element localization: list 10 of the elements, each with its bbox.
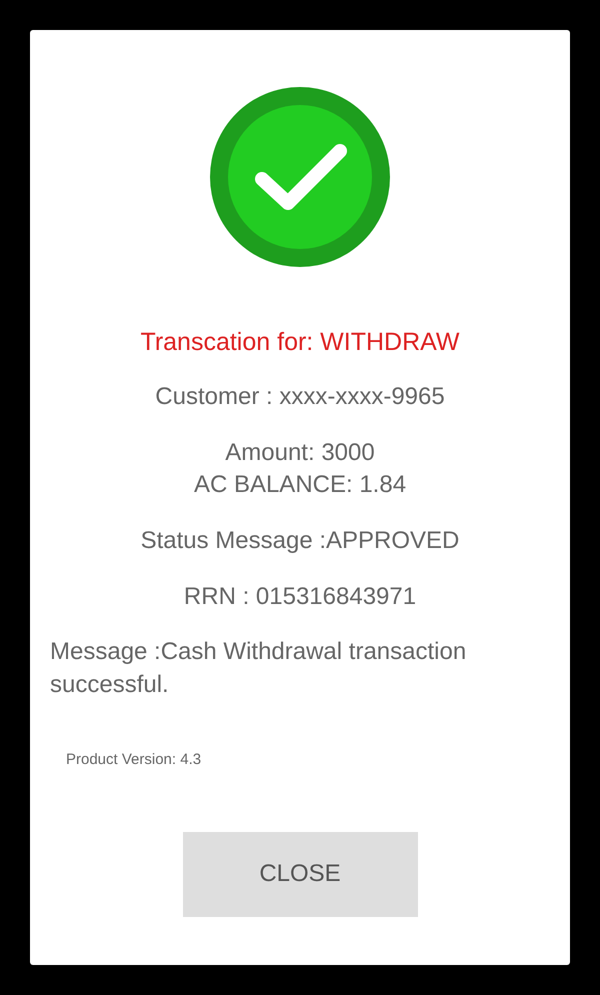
detail-text: AC BALANCE: 1.84 [194,470,406,500]
detail-text: Amount: 3000 [225,438,375,468]
close-button[interactable]: CLOSE [182,832,418,916]
message-text: Message :Cash Withdrawal transaction successful. [49,637,468,700]
detail-text: RRN : 015316843971 [184,582,416,612]
transaction-title: Transcation for: WITHDRAW [140,327,460,357]
success-check-icon [210,87,390,267]
detail-text: Customer : xxxx-xxxx-9965 [155,382,445,412]
detail-text: Status Message :APPROVED [140,526,460,556]
product-version: Product Version: 4.3 [66,750,202,770]
